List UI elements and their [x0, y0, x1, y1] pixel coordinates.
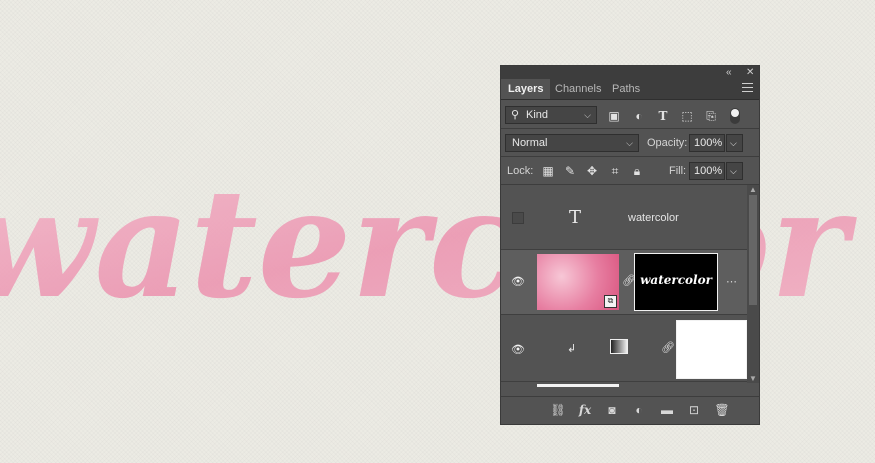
chevron-down-icon: ⌵: [730, 138, 737, 148]
smart-object-badge-icon: ⧉: [604, 295, 617, 308]
opacity-value: 100%: [694, 137, 723, 149]
divider: [501, 128, 759, 129]
layer-row-smart-object[interactable]: 👁︎ ⧉ 🔗︎ watercolor ⋯: [501, 250, 747, 315]
chevron-down-icon: ⌵: [730, 166, 737, 176]
link-layers-icon[interactable]: ⛓︎: [550, 403, 566, 417]
lock-image-pixels-icon[interactable]: ✎: [563, 163, 577, 179]
blend-row: Normal ⌵ Opacity: 100% ⌵: [501, 132, 759, 154]
filter-row: ⚲ Kind ⌵ ▣ ◐ T ⬚ ⎘: [501, 104, 759, 128]
eye-icon[interactable]: 👁︎: [509, 343, 527, 356]
panel-titlebar: « ✕: [501, 66, 759, 79]
scroll-down-icon[interactable]: ▼: [747, 374, 759, 383]
mask-text: watercolor: [640, 273, 712, 287]
divider: [501, 156, 759, 157]
opacity-input[interactable]: 100%: [689, 134, 725, 152]
panel-menu-icon[interactable]: [742, 83, 753, 93]
panel-bottom-toolbar: ⛓︎ fx ◙ ◐ ▬ ⊡ 🗑︎: [501, 396, 759, 424]
layers-panel: « ✕ Layers Channels Paths ⚲ Kind ⌵ ▣ ◐ T…: [500, 65, 760, 425]
lock-artboard-icon[interactable]: ⌗: [608, 163, 622, 179]
collapse-icon[interactable]: «: [726, 66, 732, 79]
gradient-map-icon: [610, 339, 628, 354]
blend-mode-value: Normal: [512, 137, 548, 149]
fill-value: 100%: [694, 165, 723, 177]
scrollbar-thumb[interactable]: [749, 195, 757, 305]
panel-tabs: Layers Channels Paths: [501, 79, 759, 100]
tab-channels[interactable]: Channels: [548, 79, 608, 99]
adjustment-filter-icon[interactable]: ◐: [632, 108, 646, 124]
layer-row-partial: [501, 382, 747, 388]
image-filter-icon[interactable]: ▣: [607, 108, 621, 124]
eye-icon[interactable]: 👁︎: [509, 275, 527, 288]
scroll-up-icon[interactable]: ▲: [747, 185, 759, 194]
shape-filter-icon[interactable]: ⬚: [680, 108, 694, 124]
lock-transparent-pixels-icon[interactable]: ▦: [541, 163, 555, 179]
type-filter-icon[interactable]: T: [656, 108, 670, 124]
toggle-knob: [731, 109, 739, 117]
opacity-dropdown[interactable]: ⌵: [726, 134, 743, 152]
opacity-label: Opacity:: [647, 137, 688, 149]
fx-icon[interactable]: fx: [577, 403, 593, 417]
type-layer-icon: T: [569, 207, 582, 228]
trash-icon[interactable]: 🗑︎: [714, 403, 730, 417]
new-adjustment-layer-icon[interactable]: ◐: [631, 403, 647, 417]
link-icon[interactable]: 🔗︎: [661, 341, 675, 354]
lock-all-icon[interactable]: 🔒︎: [630, 163, 644, 179]
clipping-arrow-icon: ↲: [567, 343, 577, 355]
tab-layers[interactable]: Layers: [501, 79, 551, 99]
more-icon[interactable]: ⋯: [726, 275, 737, 288]
close-icon[interactable]: ✕: [746, 66, 754, 79]
filter-kind-select[interactable]: ⚲ Kind ⌵: [505, 106, 597, 124]
blend-mode-select[interactable]: Normal ⌵: [505, 134, 639, 152]
fill-input[interactable]: 100%: [689, 162, 725, 180]
chevron-down-icon: ⌵: [626, 138, 633, 148]
layer-name: watercolor: [628, 212, 679, 224]
adjustment-mask-thumbnail[interactable]: [676, 320, 747, 379]
filter-toggle[interactable]: [730, 108, 740, 124]
lock-row: Lock: ▦ ✎ ✥ ⌗ 🔒︎ Fill: 100% ⌵: [501, 160, 759, 182]
chevron-down-icon: ⌵: [584, 110, 591, 120]
lock-position-icon[interactable]: ✥: [585, 163, 599, 179]
fill-dropdown[interactable]: ⌵: [726, 162, 743, 180]
layer-row-adjustment[interactable]: 👁︎ ↲ 🔗︎: [501, 315, 747, 382]
visibility-toggle-off[interactable]: [512, 212, 524, 224]
layer-thumbnail[interactable]: ⧉: [537, 254, 619, 310]
new-layer-icon[interactable]: ⊡: [686, 403, 702, 417]
layer-mask-thumbnail[interactable]: watercolor: [634, 253, 718, 311]
layers-scrollbar[interactable]: ▲ ▼: [747, 185, 759, 383]
lock-label: Lock:: [507, 165, 534, 177]
layer-row-text[interactable]: T watercolor: [501, 185, 747, 250]
filter-kind-label: Kind: [526, 109, 549, 121]
add-mask-icon[interactable]: ◙: [604, 403, 620, 417]
tab-paths[interactable]: Paths: [605, 79, 647, 99]
search-icon: ⚲: [511, 109, 520, 121]
layer-thumbnail-partial: [537, 384, 619, 387]
fill-label: Fill:: [669, 165, 687, 177]
new-group-icon[interactable]: ▬: [659, 403, 675, 417]
smart-object-filter-icon[interactable]: ⎘: [704, 108, 718, 124]
